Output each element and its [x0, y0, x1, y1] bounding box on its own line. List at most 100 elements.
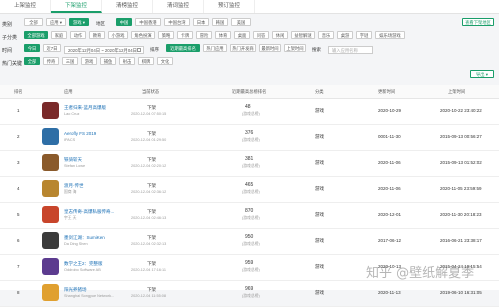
- subcat-chip-casino[interactable]: 娱乐场游戏: [375, 31, 405, 39]
- status-time: 2020-12-04 02:20:12: [131, 164, 167, 168]
- app-name-link[interactable]: 王者归来-蓝月高爆版: [64, 105, 106, 111]
- subcat-chip-puzzle[interactable]: 益智解谜: [291, 31, 315, 39]
- app-icon[interactable]: [42, 102, 59, 119]
- region-label: 地区: [96, 21, 105, 26]
- subcat-chip-family[interactable]: 家庭: [51, 31, 67, 39]
- app-name-link[interactable]: 数学之王2：完整版: [64, 261, 103, 267]
- app-updated: 2020-11-13: [378, 290, 401, 295]
- hotword-chip-all[interactable]: 全部: [24, 57, 40, 65]
- subcat-chip-word[interactable]: 字谜: [356, 31, 372, 39]
- app-name-link[interactable]: 皇志传奇-高爆私服传奇...: [64, 209, 114, 215]
- table-row[interactable]: 6 墨剑江湖：SumiKen Da Ding Shen 下架 2020-12-04 02…: [0, 229, 499, 255]
- table-header: 排名 应用 当前状态 近期最高总榜排名 分类 更新时间 上架时间: [0, 85, 499, 99]
- best-rank-sub: (游戏总榜): [242, 294, 260, 298]
- region-chip-hongkong[interactable]: 中国香港: [135, 18, 161, 26]
- subcat-chip-casual[interactable]: 休闲: [272, 31, 288, 39]
- category-games-chip[interactable]: 游戏 ▾: [69, 18, 89, 26]
- category-apps-chip[interactable]: 应用 ▾: [46, 18, 66, 26]
- category-all-chip[interactable]: 全部: [24, 18, 43, 26]
- app-icon[interactable]: [42, 154, 59, 171]
- app-developer: Lao Cruz: [64, 112, 80, 116]
- time-chip-today[interactable]: 今日: [24, 44, 40, 52]
- region-chip-china[interactable]: 中国: [116, 18, 132, 26]
- subcat-chip-board[interactable]: 桌面: [234, 31, 250, 39]
- app-icon[interactable]: [42, 180, 59, 197]
- app-icon[interactable]: [42, 258, 59, 275]
- date-range-picker[interactable]: 2020年12月04日 ~ 2020年12月04日: [64, 46, 144, 54]
- status-time: 2020-12-04 11:55:08: [131, 294, 166, 298]
- hotword-chip-chess[interactable]: 棋牌: [138, 57, 154, 65]
- time-chip-7days[interactable]: 近7日: [43, 44, 61, 52]
- subcat-chip-rpg[interactable]: 角色扮演: [131, 31, 155, 39]
- app-name-link[interactable]: 阳光养猪场: [64, 287, 87, 293]
- tab-preorder[interactable]: 预订监控: [204, 0, 255, 13]
- subcat-chip-trivia[interactable]: 问答: [253, 31, 269, 39]
- table-row[interactable]: 3 铁骑斩天 Stefan Lowe 下架 2020-12-04 02:20:12 381…: [0, 151, 499, 177]
- subcat-chip-music[interactable]: 音乐: [318, 31, 334, 39]
- search-input[interactable]: 输入应用名称: [328, 46, 373, 54]
- app-name-link[interactable]: 铁骑斩天: [64, 157, 82, 163]
- app-name-link[interactable]: 渡月·传世: [64, 183, 84, 189]
- sort-chip-latest[interactable]: 最新时间: [259, 44, 281, 52]
- app-icon[interactable]: [42, 232, 59, 249]
- hotword-chip-shooting[interactable]: 射击: [119, 57, 135, 65]
- app-listed: 2016-06-21 23:38:17: [440, 238, 482, 243]
- app-name-link[interactable]: 墨剑江湖：SumiKen: [64, 235, 105, 241]
- sort-chip-hot-devs[interactable]: 热门开发商: [230, 44, 256, 52]
- sort-chip-listed-time[interactable]: 上架时间: [284, 44, 306, 52]
- sort-chip-hot-apps[interactable]: 热门应用: [203, 44, 227, 52]
- subcat-chip-action[interactable]: 动作: [70, 31, 86, 39]
- app-category: 游戏: [315, 108, 324, 113]
- subcat-chip-adventure[interactable]: 冒险: [196, 31, 212, 39]
- app-status: 下架: [147, 287, 156, 292]
- subcat-chip-strategy[interactable]: 策略: [158, 31, 174, 39]
- view-delist-regions-button[interactable]: 查看下架地区: [462, 18, 494, 26]
- header-listed[interactable]: 上架时间: [448, 89, 465, 95]
- app-developer: 国商 海: [64, 190, 77, 194]
- subcat-chip-card[interactable]: 卡牌: [177, 31, 193, 39]
- hotword-chip-threekingdoms[interactable]: 三国: [62, 57, 78, 65]
- hotword-chip-game[interactable]: 游戏: [81, 57, 97, 65]
- header-updated[interactable]: 更新时间: [378, 89, 395, 95]
- status-time: 2020-12-04 02:46:13: [131, 216, 167, 220]
- subcat-chip-all[interactable]: 全部游戏: [24, 31, 48, 39]
- best-rank-sub: (游戏总榜): [242, 268, 260, 272]
- region-chip-usa[interactable]: 美国: [231, 18, 251, 26]
- table-row[interactable]: 5 皇志传奇-高爆私服传奇... 宇王 天 下架 2020-12-04 02:46:13…: [0, 203, 499, 229]
- region-chip-japan[interactable]: 日本: [193, 18, 209, 26]
- header-category: 分类: [315, 89, 324, 94]
- hotword-chip-fishing[interactable]: 捕鱼: [100, 57, 116, 65]
- tab-keyword-clear[interactable]: 清词监控: [153, 0, 204, 13]
- status-time: 2020-12-04 02:32:13: [131, 242, 167, 246]
- header-rank: 排名: [14, 89, 23, 94]
- region-chip-korea[interactable]: 韩国: [212, 18, 228, 26]
- tab-delisting[interactable]: 下架监控: [51, 0, 102, 13]
- export-button[interactable]: 导出 ▾: [470, 70, 494, 78]
- status-time: 2020-12-04 07:50:15: [131, 112, 167, 116]
- sort-chip-recent-best[interactable]: 近期最高排名: [166, 44, 200, 52]
- hotword-chip-legend[interactable]: 传奇: [43, 57, 59, 65]
- header-best-rank[interactable]: 近期最高总榜排名: [232, 89, 266, 95]
- table-row[interactable]: 4 渡月·传世 国商 海 下架 2020-12-04 02:36:12 465 (游戏总榜)…: [0, 177, 499, 203]
- time-label: 时间: [2, 48, 13, 54]
- table-row[interactable]: 2 Aerofly FS 2019 IPACS 下架 2020-12-04 01:29:…: [0, 125, 499, 151]
- app-icon[interactable]: [42, 206, 59, 223]
- tab-listing[interactable]: 上架监控: [0, 0, 51, 13]
- subcat-chip-sports[interactable]: 体育: [215, 31, 231, 39]
- app-icon[interactable]: [42, 284, 59, 301]
- app-icon[interactable]: [42, 128, 59, 145]
- table-row[interactable]: 8 阳光养猪场 Shanghai Songyue Network... 下架 2020-…: [0, 281, 499, 307]
- app-developer: 宇王 天: [64, 216, 77, 220]
- tab-chart-clear[interactable]: 清榜监控: [102, 0, 153, 13]
- calendar-icon: [137, 48, 141, 52]
- hotword-chip-culture[interactable]: 文化: [157, 57, 173, 65]
- table-row[interactable]: 1 王者归来-蓝月高爆版 Lao Cruz 下架 2020-12-04 07:50:15…: [0, 99, 499, 125]
- subcat-chip-tabletop[interactable]: 桌游: [337, 31, 353, 39]
- region-chip-taiwan[interactable]: 中国台湾: [164, 18, 190, 26]
- app-status: 下架: [147, 209, 156, 214]
- subcat-chip-mini[interactable]: 小游戏: [108, 31, 128, 39]
- app-name-link[interactable]: Aerofly FS 2019: [64, 131, 96, 136]
- app-developer: IPACS: [64, 138, 76, 142]
- subcat-chip-education[interactable]: 教育: [89, 31, 105, 39]
- filter-panel: 类别 全部 应用 ▾ 游戏 ▾ 地区 中国 中国香港 中国台湾 日本 韩国 美国…: [0, 18, 499, 70]
